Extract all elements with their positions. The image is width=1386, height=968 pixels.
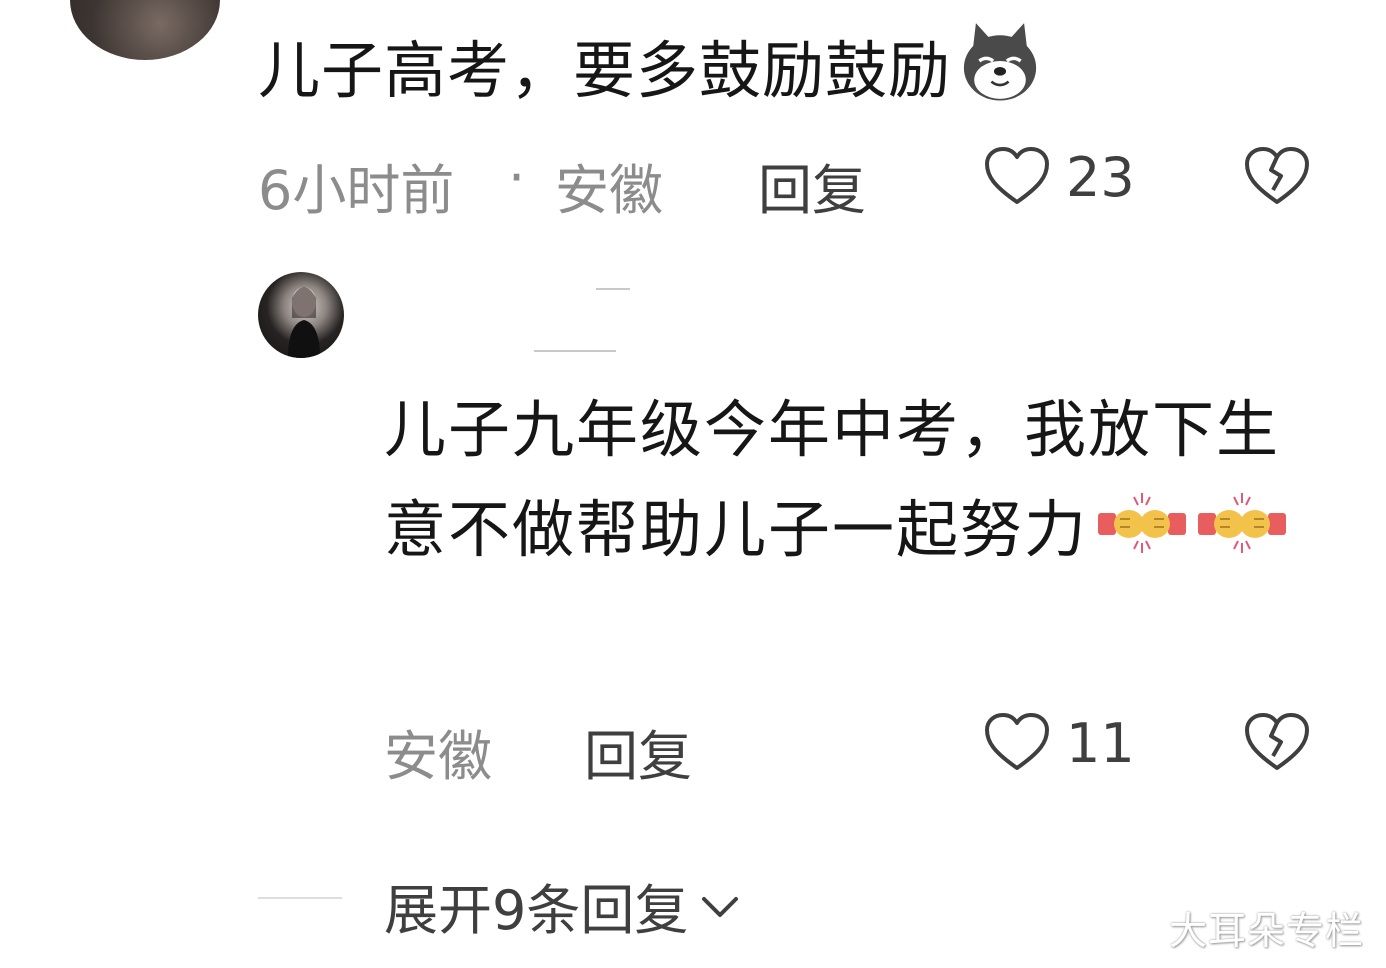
comment-time: 6小时前	[258, 159, 455, 222]
comment-location: 安徽	[555, 159, 663, 222]
like-count: 23	[1066, 146, 1135, 209]
reply-reply-button[interactable]: 回复	[584, 712, 692, 791]
username-redaction	[596, 288, 630, 290]
meta-separator: ·	[508, 146, 526, 209]
person-photo-icon	[288, 287, 320, 358]
fist-bump-emoji-icon	[1198, 493, 1287, 553]
comment-text: 儿子高考，要多鼓励鼓励	[258, 18, 1043, 111]
avatar[interactable]	[70, 0, 220, 60]
watermark: 大耳朵专栏	[1168, 909, 1364, 953]
chevron-down-icon	[702, 897, 739, 917]
username-redaction	[534, 350, 616, 352]
dog-emoji-icon	[963, 23, 1037, 101]
expand-divider	[258, 897, 342, 899]
fist-bump-emoji-icon	[1098, 493, 1187, 553]
comment-body: 儿子高考，要多鼓励鼓励	[258, 34, 952, 107]
heart-icon[interactable]	[984, 712, 1050, 772]
broken-heart-icon[interactable]	[1244, 146, 1310, 206]
expand-replies-button[interactable]: 展开9条回复	[384, 866, 740, 945]
broken-heart-icon[interactable]	[1244, 712, 1310, 772]
reply-button[interactable]: 回复	[758, 146, 866, 225]
expand-replies-label: 展开9条回复	[384, 879, 689, 942]
reply-avatar[interactable]	[258, 272, 344, 358]
reply-location: 安徽	[384, 725, 492, 788]
reply-like-count: 11	[1066, 712, 1135, 775]
reply-text: 儿子九年级今年中考，我放下生意不做帮助儿子一起努力	[384, 380, 1294, 580]
heart-icon[interactable]	[984, 146, 1050, 206]
